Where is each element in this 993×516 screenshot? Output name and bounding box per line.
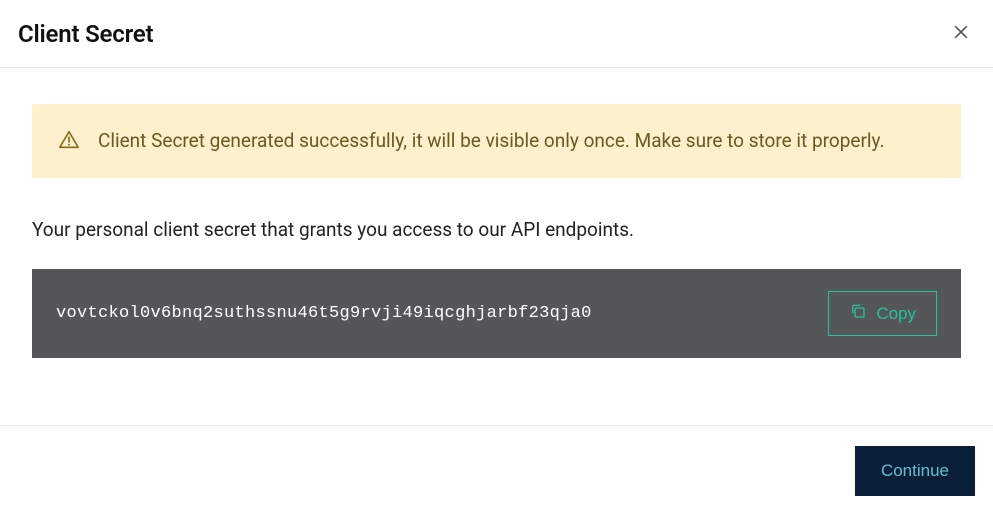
copy-icon [849,302,867,325]
secret-description: Your personal client secret that grants … [32,218,961,241]
alert-message: Client Secret generated successfully, it… [98,126,885,156]
modal-body: Client Secret generated successfully, it… [0,68,993,425]
modal-footer: Continue [0,425,993,516]
copy-button[interactable]: Copy [828,291,937,336]
secret-box: vovtckol0v6bnq2suthssnu46t5g9rvji49iqcgh… [32,269,961,358]
secret-value: vovtckol0v6bnq2suthssnu46t5g9rvji49iqcgh… [56,304,592,323]
close-icon [951,22,971,45]
close-button[interactable] [947,18,975,49]
warning-icon [58,129,80,155]
modal-title: Client Secret [18,20,153,48]
continue-button[interactable]: Continue [855,446,975,496]
success-alert: Client Secret generated successfully, it… [32,104,961,178]
modal-header: Client Secret [0,0,993,68]
client-secret-modal: Client Secret Client Secret generated su… [0,0,993,516]
copy-label: Copy [876,304,916,324]
